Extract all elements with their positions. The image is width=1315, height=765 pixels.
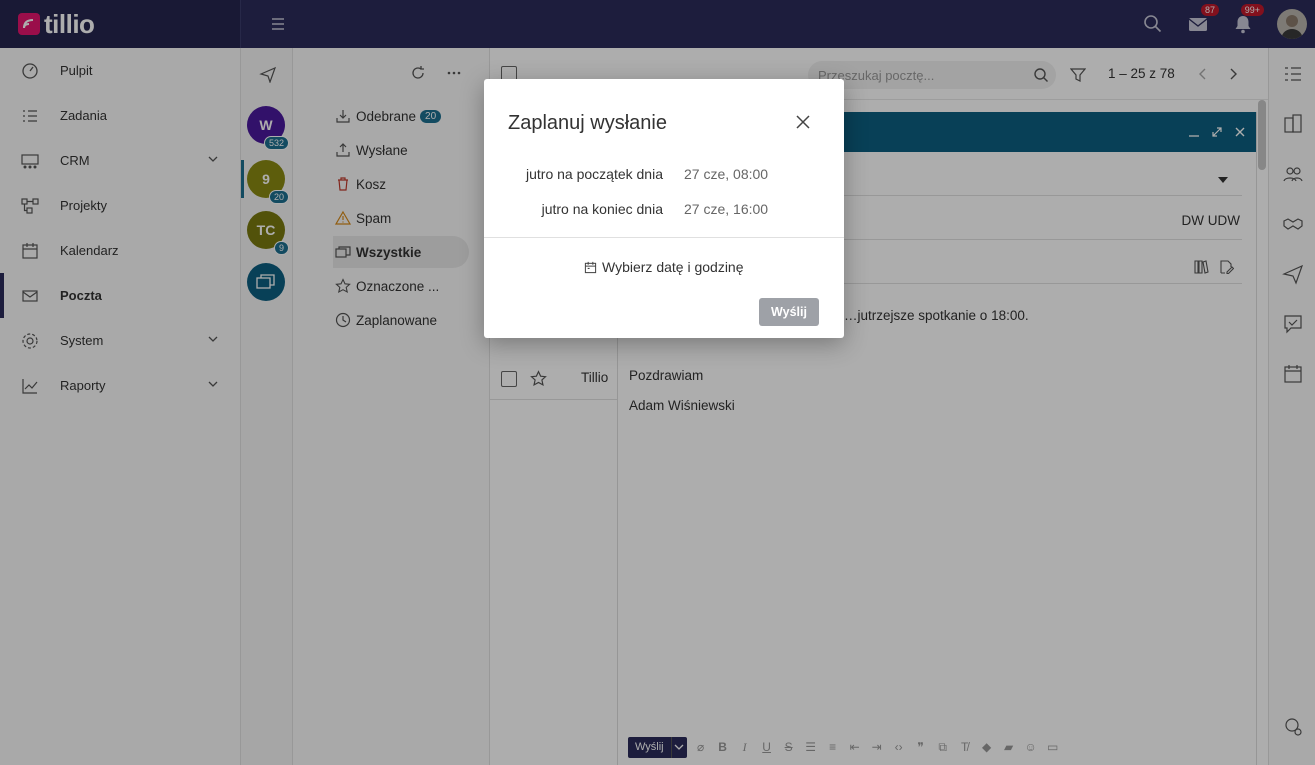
- divider: [484, 237, 844, 238]
- calendar-icon: [584, 261, 597, 273]
- schedule-option-evening[interactable]: jutro na koniec dnia 27 cze, 16:00: [484, 195, 844, 223]
- pick-label: Wybierz datę i godzinę: [602, 259, 744, 275]
- app: tillio 87 99+ Pulpit Zadania CRM Projekt…: [0, 0, 1315, 765]
- option-value: 27 cze, 16:00: [684, 201, 769, 217]
- send-button[interactable]: Wyślij: [759, 298, 819, 326]
- option-label: jutro na koniec dnia: [541, 201, 663, 217]
- pick-date-time-button[interactable]: Wybierz datę i godzinę: [584, 259, 744, 275]
- option-label: jutro na początek dnia: [526, 166, 663, 182]
- dialog-title: Zaplanuj wysłanie: [508, 112, 667, 134]
- schedule-send-dialog: Zaplanuj wysłanie jutro na początek dnia…: [484, 79, 844, 338]
- schedule-option-morning[interactable]: jutro na początek dnia 27 cze, 08:00: [484, 160, 844, 188]
- option-value: 27 cze, 08:00: [684, 166, 769, 182]
- close-icon[interactable]: [794, 113, 812, 131]
